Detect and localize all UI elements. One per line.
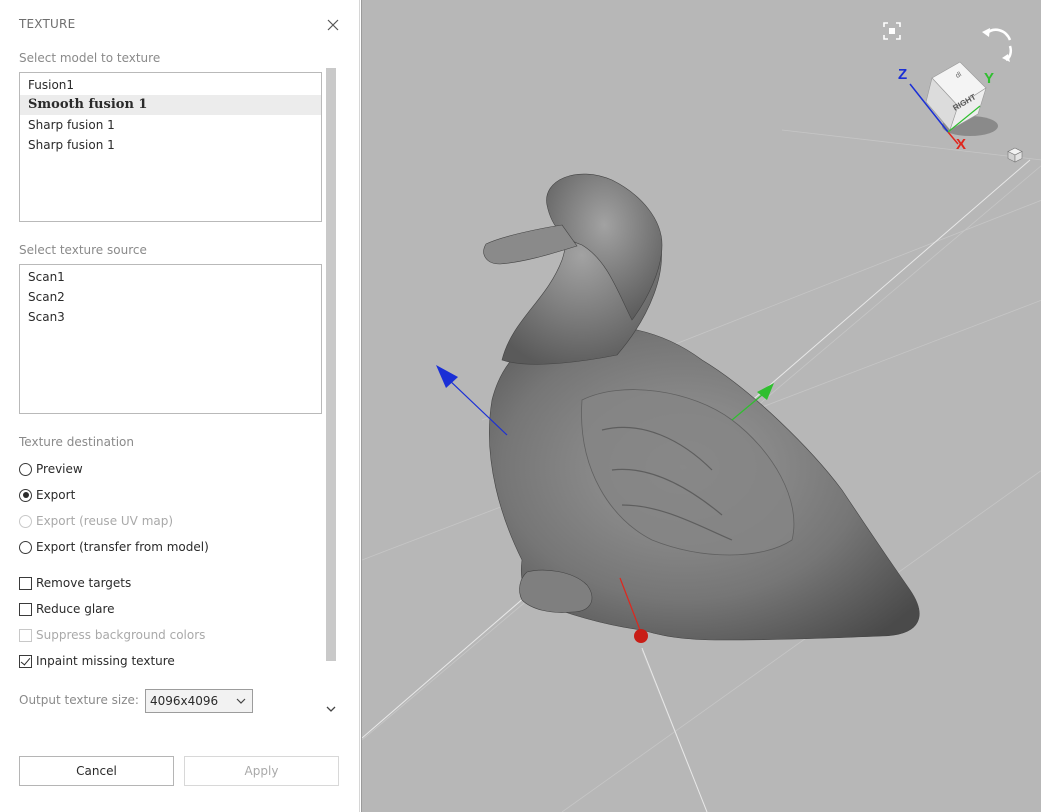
- checkbox-suppress-bg-label: Suppress background colors: [36, 628, 206, 642]
- panel-title: TEXTURE: [19, 17, 76, 31]
- close-icon[interactable]: [325, 17, 341, 33]
- radio-export-label: Export: [36, 488, 76, 502]
- radio-preview[interactable]: Preview: [19, 460, 83, 478]
- radio-export-transfer-indicator[interactable]: [19, 540, 32, 554]
- radio-export-transfer-label: Export (transfer from model): [36, 540, 209, 554]
- model-item-sharp-fusion-1b[interactable]: Sharp fusion 1: [20, 135, 321, 155]
- checkbox-inpaint-label: Inpaint missing texture: [36, 654, 175, 668]
- output-size-label: Output texture size:: [19, 693, 139, 707]
- fit-view-icon[interactable]: [883, 22, 901, 40]
- source-item-scan3[interactable]: Scan3: [20, 307, 321, 327]
- radio-preview-indicator[interactable]: [19, 462, 32, 476]
- navigation-cube[interactable]: RIGHT dl Z Y X: [890, 58, 1010, 158]
- perspective-cube-icon[interactable]: [1007, 147, 1023, 163]
- 3d-viewport[interactable]: RIGHT dl Z Y X: [361, 0, 1041, 812]
- radio-export-reuse-uv: Export (reuse UV map): [19, 512, 173, 530]
- output-size-select[interactable]: 4096x4096: [145, 689, 253, 713]
- apply-button[interactable]: Apply: [184, 756, 339, 786]
- output-size-value: 4096x4096: [150, 694, 219, 708]
- source-item-scan2[interactable]: Scan2: [20, 287, 321, 307]
- model-item-fusion1[interactable]: Fusion1: [20, 75, 321, 95]
- radio-preview-label: Preview: [36, 462, 83, 476]
- axis-y-label: Y: [984, 70, 995, 87]
- checkbox-reduce-glare-label: Reduce glare: [36, 602, 115, 616]
- scroll-down-arrow-icon[interactable]: [326, 704, 336, 714]
- axis-z-label: Z: [898, 66, 908, 83]
- checkbox-remove-targets[interactable]: Remove targets: [19, 574, 131, 592]
- model-list[interactable]: Fusion1 Smooth fusion 1 Sharp fusion 1 S…: [19, 72, 322, 222]
- checkbox-reduce-glare-box[interactable]: [19, 602, 32, 616]
- destination-label: Texture destination: [19, 435, 134, 449]
- checkbox-suppress-bg: Suppress background colors: [19, 626, 205, 644]
- grid-axis-line-2: [641, 647, 708, 812]
- checkbox-inpaint[interactable]: Inpaint missing texture: [19, 652, 175, 670]
- axis-x-label: X: [956, 136, 967, 153]
- radio-export-reuse-uv-indicator: [19, 514, 32, 528]
- chevron-down-icon: [236, 698, 246, 704]
- checkbox-reduce-glare[interactable]: Reduce glare: [19, 600, 115, 618]
- radio-export-indicator[interactable]: [19, 488, 32, 502]
- model-section-label: Select model to texture: [19, 51, 161, 65]
- checkbox-suppress-bg-box: [19, 628, 32, 642]
- cancel-button[interactable]: Cancel: [19, 756, 174, 786]
- radio-export-reuse-uv-label: Export (reuse UV map): [36, 514, 174, 528]
- model-item-smooth-fusion-1[interactable]: Smooth fusion 1: [20, 95, 321, 115]
- texture-source-list[interactable]: Scan1 Scan2 Scan3: [19, 264, 322, 414]
- panel-scrollbar[interactable]: [324, 50, 338, 720]
- model-item-sharp-fusion-1[interactable]: Sharp fusion 1: [20, 115, 321, 135]
- checkbox-inpaint-box[interactable]: [19, 654, 32, 668]
- source-item-scan1[interactable]: Scan1: [20, 267, 321, 287]
- scrollbar-thumb[interactable]: [326, 68, 336, 661]
- checkbox-remove-targets-label: Remove targets: [36, 576, 132, 590]
- duck-model[interactable]: [483, 173, 920, 641]
- radio-export[interactable]: Export: [19, 486, 75, 504]
- texture-panel: TEXTURE Select model to texture Fusion1 …: [0, 0, 360, 812]
- radio-export-transfer[interactable]: Export (transfer from model): [19, 538, 209, 556]
- checkbox-remove-targets-box[interactable]: [19, 576, 32, 590]
- texture-source-label: Select texture source: [19, 243, 147, 257]
